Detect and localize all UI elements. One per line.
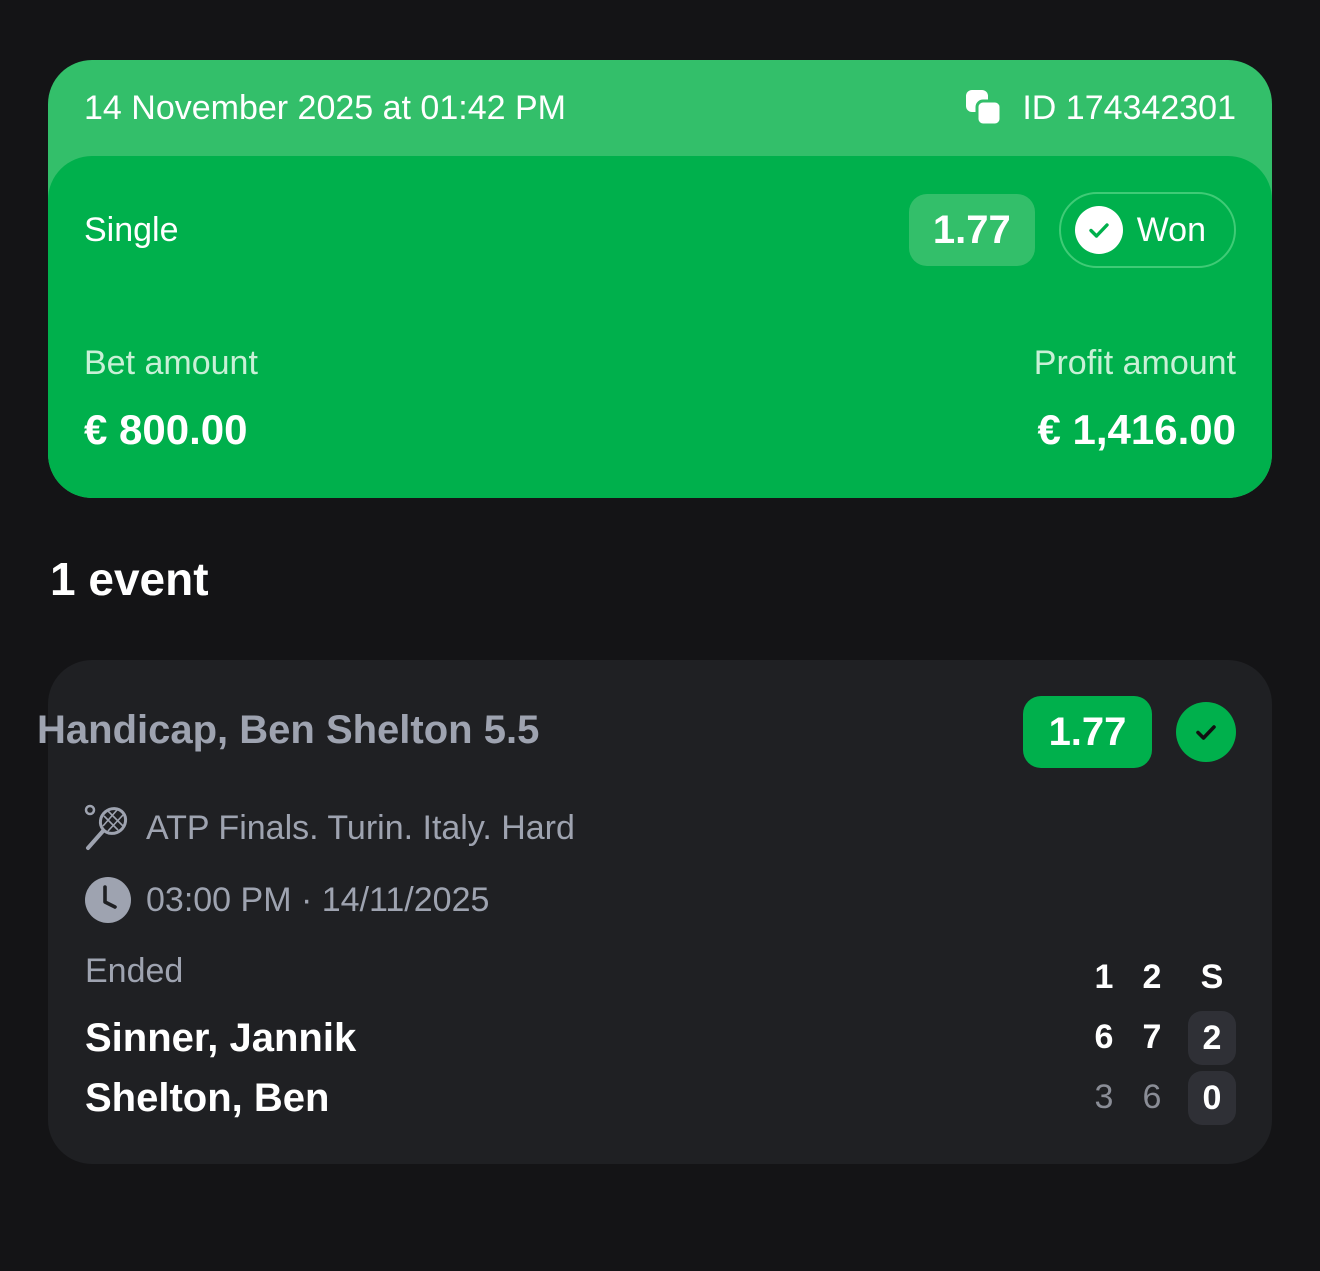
clock-icon	[85, 877, 131, 923]
copy-icon[interactable]	[964, 88, 1004, 128]
event-time: 03:00 PM · 14/11/2025	[146, 880, 490, 919]
bet-status-group: 1.77 Won	[908, 192, 1236, 268]
amount-labels: Bet amount Profit amount	[84, 344, 1236, 383]
player-name: Sinner, Jannik	[85, 1016, 357, 1060]
bet-datetime: 14 November 2025 at 01:42 PM	[84, 88, 566, 127]
bet-type-row: Single 1.77 Won	[84, 192, 1236, 268]
event-odds-badge: 1.77	[1023, 696, 1152, 768]
status-badge: Won	[1058, 192, 1236, 268]
sets-total: 0	[1188, 1071, 1236, 1125]
bet-header: 14 November 2025 at 01:42 PM ID 17434230…	[48, 60, 1272, 156]
bet-amount-label: Bet amount	[84, 344, 258, 382]
bet-summary-card: 14 November 2025 at 01:42 PM ID 17434230…	[48, 60, 1272, 498]
score-cell: 7	[1142, 1018, 1162, 1056]
bet-odds-badge: 1.77	[908, 194, 1035, 266]
player-name: Shelton, Ben	[85, 1076, 330, 1120]
score-cell: 6	[1094, 1018, 1114, 1056]
market-title: Handicap, Ben Shelton 5.5	[37, 708, 540, 752]
sets-total: 2	[1188, 1011, 1236, 1065]
tournament-name: ATP Finals. Turin. Italy. Hard	[146, 808, 575, 847]
profit-amount-value: € 1,416.00	[1037, 406, 1236, 453]
score-header-set-1: 1	[1094, 958, 1114, 996]
bet-id: ID 174342301	[1022, 88, 1236, 127]
bet-body: Single 1.77 Won Bet amount Profit amount…	[48, 156, 1272, 498]
score-cell: 3	[1094, 1078, 1114, 1116]
bet-amount-value: € 800.00	[84, 406, 248, 453]
bet-id-copy[interactable]: ID 174342301	[964, 88, 1236, 128]
check-circle-icon	[1074, 206, 1123, 254]
tournament-row: ATP Finals. Turin. Italy. Hard	[84, 804, 575, 852]
amount-values: € 800.00 € 1,416.00	[84, 406, 1236, 454]
tennis-racket-icon	[84, 804, 128, 850]
match-status: Ended	[85, 952, 184, 990]
event-time-row: 03:00 PM · 14/11/2025	[84, 876, 489, 924]
score-header-sets: S	[1200, 958, 1224, 996]
score-cell: 6	[1142, 1078, 1162, 1116]
score-header-set-2: 2	[1142, 958, 1162, 996]
bet-type: Single	[84, 210, 179, 249]
profit-amount-label: Profit amount	[1033, 344, 1236, 382]
status-label: Won	[1136, 210, 1206, 249]
events-count-heading: 1 event	[50, 553, 209, 605]
check-circle-icon	[1176, 702, 1236, 762]
